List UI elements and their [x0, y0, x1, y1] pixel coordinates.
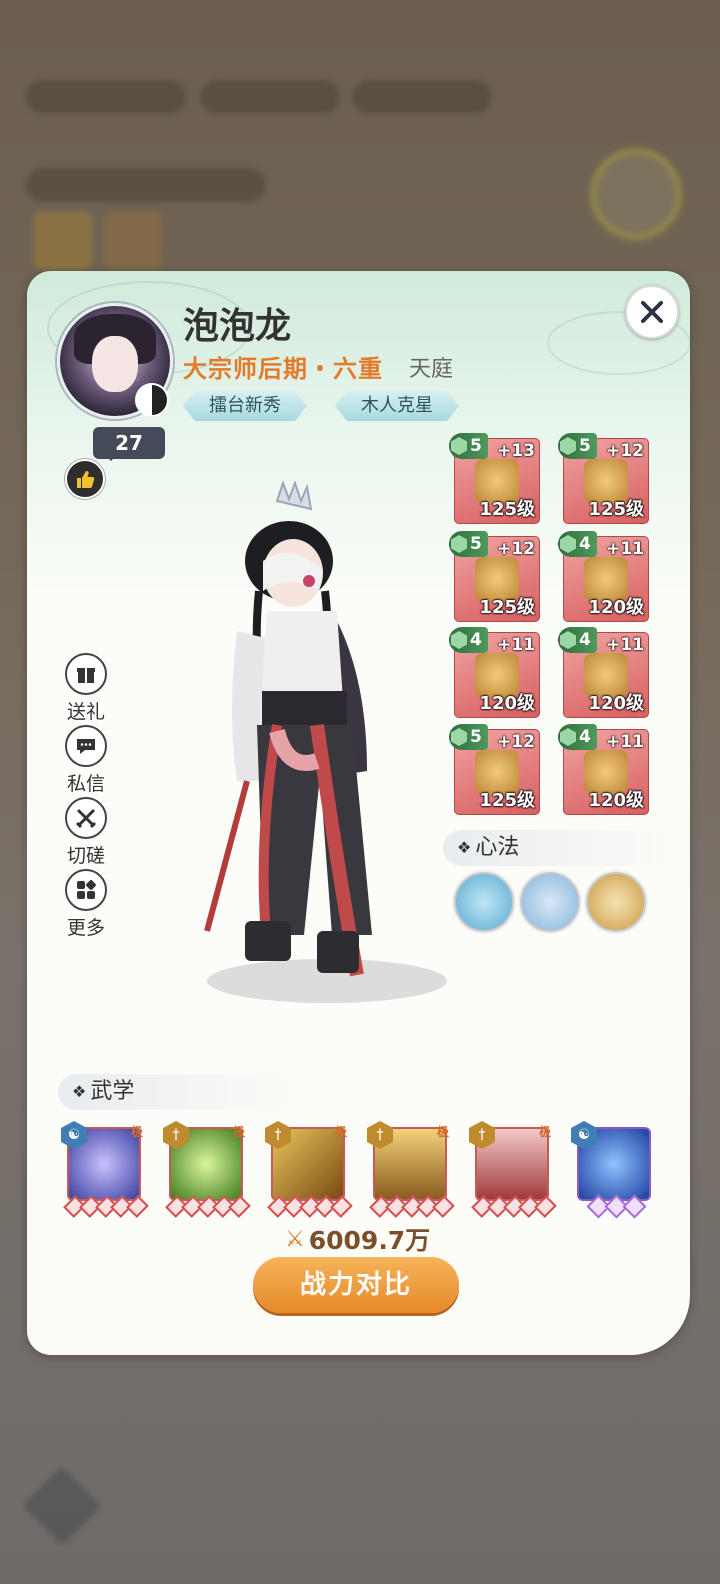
equipment-slot-weapon[interactable]: 5 +13 125级 [449, 433, 540, 524]
item-level: 120级 [588, 693, 644, 714]
xinfa-section-header: ❖ 心法 [443, 830, 687, 866]
item-level: 125级 [479, 499, 535, 520]
skill-slot[interactable]: † 极 [265, 1121, 353, 1218]
equipment-slot-charm[interactable]: 4 +11 120级 [558, 724, 649, 815]
tier-badge: 4 [558, 724, 597, 750]
blue-orb-skill-icon: ☯ [61, 1121, 87, 1149]
duel-label: 切磋 [66, 845, 105, 867]
item-level: 120级 [588, 790, 644, 811]
more-grid-icon [77, 880, 96, 899]
duel-button[interactable]: 切磋 [63, 797, 109, 868]
skill-slot[interactable]: † 极 [469, 1121, 557, 1218]
skill-slot[interactable]: † 极 [367, 1121, 455, 1218]
more-button[interactable]: 更多 [63, 869, 109, 940]
crossed-swords-icon [75, 808, 97, 829]
avatar-face [92, 336, 138, 392]
tier-badge: 5 [449, 531, 488, 557]
diamond-bullet-icon: ❖ [457, 838, 472, 857]
skill-slot[interactable]: † 极 [163, 1121, 251, 1218]
red-blades-skill-icon: † [469, 1121, 495, 1149]
message-button[interactable]: 私信 [63, 725, 109, 796]
enhance-level: +11 [606, 732, 644, 752]
equipment-slot-helmet[interactable]: 5 +12 125级 [558, 433, 649, 524]
enhance-level: +11 [606, 635, 644, 655]
crossed-swords-icon: ⚔ [285, 1226, 305, 1252]
sword-rain-skill-icon: † [367, 1121, 393, 1149]
wuxue-section-header: ❖ 武学 [58, 1074, 312, 1110]
thumbs-up-icon [77, 471, 95, 488]
close-button[interactable] [625, 285, 679, 339]
green-slash-skill-icon: † [163, 1121, 189, 1149]
title-badge[interactable]: 木人克星 [335, 391, 459, 421]
item-level: 125级 [588, 499, 644, 520]
item-level: 120级 [479, 693, 535, 714]
enhance-level: +12 [497, 539, 535, 559]
like-button[interactable] [65, 459, 105, 499]
player-realm: 天庭 [409, 357, 454, 382]
character-model[interactable] [167, 481, 467, 1006]
combat-power-value: 6009.7万 [308, 1226, 431, 1255]
message-icon [77, 739, 95, 754]
crystal-cubes-skill-icon: ☯ [571, 1121, 597, 1149]
meditation-icon[interactable] [520, 872, 580, 932]
gift-label: 送礼 [66, 701, 105, 723]
tier-badge: 4 [558, 531, 597, 557]
player-rank: 大宗师后期・六重 [183, 355, 383, 383]
item-level: 125级 [479, 790, 535, 811]
equipment-slot-armor[interactable]: 5 +12 125级 [449, 531, 540, 622]
gift-icon [77, 668, 95, 683]
skill-tag: 极 [232, 1125, 245, 1139]
gift-button[interactable]: 送礼 [63, 653, 109, 724]
enhance-level: +11 [497, 635, 535, 655]
player-profile-card: 泡泡龙 大宗师后期・六重 天庭 擂台新秀 木人克星 27 送礼 私信 切磋 更多 [27, 271, 690, 1355]
combat-power: ⚔ 6009.7万 [285, 1221, 430, 1257]
enhance-level: +13 [497, 441, 535, 461]
compare-power-button[interactable]: 战力对比 [253, 1257, 459, 1313]
tier-badge: 4 [558, 627, 597, 653]
close-icon [641, 301, 663, 323]
skill-tag: 极 [334, 1125, 347, 1139]
likes-count: 27 [93, 427, 165, 461]
title-badge[interactable]: 擂台新秀 [183, 391, 307, 421]
item-level: 120级 [588, 597, 644, 618]
yin-yang-icon [135, 383, 169, 417]
skill-tag: 极 [436, 1125, 449, 1139]
enhance-level: +12 [606, 441, 644, 461]
tier-badge: 4 [449, 627, 488, 653]
skill-tag: 极 [538, 1125, 551, 1139]
golden-swords-skill-icon: † [265, 1121, 291, 1149]
player-name: 泡泡龙 [183, 306, 292, 347]
equipment-slot-pants[interactable]: 4 +11 120级 [558, 531, 649, 622]
tier-badge: 5 [449, 433, 488, 459]
skill-slot[interactable]: ☯ 极 [61, 1121, 149, 1218]
equipment-slot-shoes[interactable]: 4 +11 120级 [558, 627, 649, 718]
item-level: 125级 [479, 597, 535, 618]
skill-slot[interactable]: ☯ [571, 1121, 651, 1219]
kick-pose-icon[interactable] [454, 872, 514, 932]
equipment-slot-boots[interactable]: 4 +11 120级 [449, 627, 540, 718]
equipment-slot-ring[interactable]: 5 +12 125级 [449, 724, 540, 815]
skill-tag: 极 [130, 1125, 143, 1139]
enhance-level: +11 [606, 539, 644, 559]
enhance-level: +12 [497, 732, 535, 752]
message-label: 私信 [66, 773, 105, 795]
tier-badge: 5 [558, 433, 597, 459]
more-label: 更多 [66, 917, 105, 939]
golden-warrior-icon[interactable] [586, 872, 646, 932]
tier-badge: 5 [449, 724, 488, 750]
diamond-bullet-icon: ❖ [72, 1082, 87, 1101]
